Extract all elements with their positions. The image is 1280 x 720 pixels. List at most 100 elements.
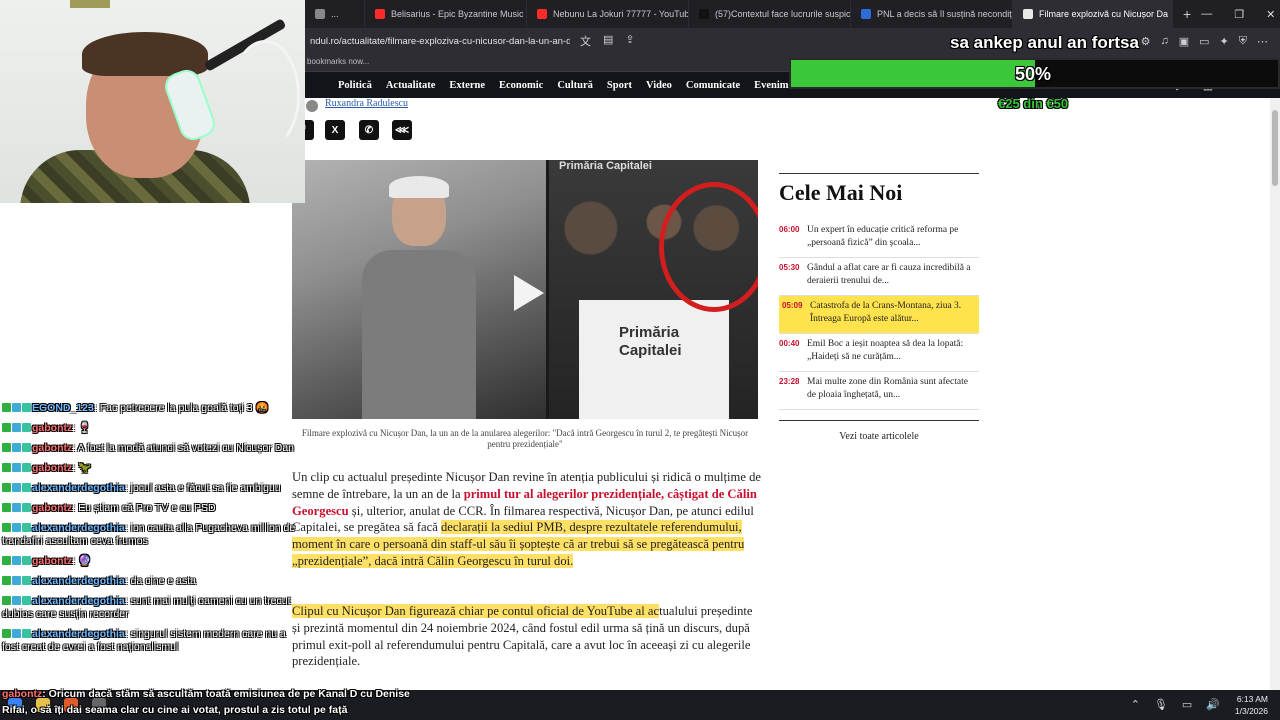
- p2-highlight: Clipul cu Nicușor Dan figurează chiar pe…: [292, 604, 660, 618]
- new-tab-button[interactable]: +: [1173, 6, 1201, 22]
- clock-time: 6:13 AM: [1236, 694, 1268, 704]
- tab-favicon-icon: [375, 9, 385, 19]
- whatsapp-share-icon[interactable]: ✆: [359, 120, 379, 140]
- share-page-icon[interactable]: ⇪: [625, 33, 634, 49]
- chat-badge-icon: [22, 556, 31, 565]
- browser-tab[interactable]: (57)Contextul face lucrurile suspicioa: [689, 0, 851, 28]
- chat-message: gabontz: 🦖: [2, 462, 302, 475]
- stream-chat: EGOND_123: Fac petrecere la pula goală t…: [2, 402, 302, 661]
- article-paragraph-1: Un clip cu actualul președinte Nicușor D…: [292, 469, 762, 570]
- browser-tab[interactable]: PNL a decis să îl susțină necondiționa: [851, 0, 1013, 28]
- chat-badge-icon: [2, 483, 11, 492]
- tab-label: Filmare explozivă cu Nicușor Da: [1039, 9, 1169, 19]
- chat-ticker: gabontz: Oricum dacă stăm să ascultăm to…: [0, 686, 430, 718]
- chat-username: alexanderdegothia: [32, 628, 125, 640]
- chat-message: alexanderdegothia: sunt mai mulți oameni…: [2, 595, 302, 621]
- chat-badge-icon: [22, 576, 31, 585]
- chat-badge-icon: [2, 576, 11, 585]
- ticker-user: gabontz: [2, 688, 43, 700]
- chat-text: : 🔮: [72, 555, 92, 567]
- translate-icon[interactable]: 文: [580, 33, 591, 49]
- sidebar-title: Cele Mai Noi: [779, 180, 903, 205]
- wallet-icon[interactable]: ▭: [1199, 35, 1209, 48]
- webcam-overlay: [0, 0, 305, 203]
- chat-badge-icon: [2, 596, 11, 605]
- page-scrollbar[interactable]: [1270, 98, 1280, 690]
- nav-item[interactable]: Economic: [499, 80, 543, 91]
- nav-item[interactable]: Cultură: [557, 80, 593, 91]
- nav-item[interactable]: Politică: [338, 80, 372, 91]
- volume-icon[interactable]: 🔊: [1206, 698, 1220, 711]
- minimize-icon[interactable]: —: [1201, 8, 1212, 21]
- x-share-icon[interactable]: X: [325, 120, 345, 140]
- reader-icon[interactable]: ▤: [603, 33, 613, 49]
- clock[interactable]: 6:13 AM 1/3/2026: [1235, 693, 1268, 717]
- tab-label: Nebunu La Jokuri 77777 - YouTube: [553, 9, 689, 19]
- browser-tab[interactable]: Belisarius - Epic Byzantine Music - Yo: [365, 0, 527, 28]
- window-controls: — ❐ ✕: [1201, 8, 1280, 21]
- chat-text: : 🦖: [72, 462, 92, 474]
- browser-tab[interactable]: Nebunu La Jokuri 77777 - YouTube: [527, 0, 689, 28]
- play-icon[interactable]: [514, 275, 544, 311]
- bookmarks-link[interactable]: bookmarks now...: [307, 57, 369, 66]
- latest-news-item[interactable]: 05:30 Gândul a aflat care ar fi cauza inc…: [779, 258, 979, 296]
- chat-badge-icon: [12, 576, 21, 585]
- media-icon[interactable]: ♫: [1160, 35, 1168, 48]
- sidebar-icon[interactable]: ▣: [1179, 35, 1189, 48]
- latest-news-item[interactable]: 06:00 Un expert în educație critică refor…: [779, 220, 979, 258]
- chevron-up-icon[interactable]: ⌃: [1131, 698, 1140, 711]
- restore-icon[interactable]: ❐: [1234, 8, 1244, 21]
- chat-badge-icon: [2, 523, 11, 532]
- shield-icon[interactable]: ⛨: [1239, 35, 1247, 48]
- tab-favicon-icon: [315, 9, 325, 19]
- chat-badge-icon: [12, 556, 21, 565]
- address-actions: 文 ▤ ⇪: [580, 33, 635, 49]
- red-circle-highlight: [659, 182, 758, 312]
- chat-badge-icon: [12, 463, 21, 472]
- latest-news-item[interactable]: 00:40 Emil Boc a ieșit noaptea să dea la …: [779, 334, 979, 372]
- network-icon[interactable]: ▭: [1182, 698, 1192, 711]
- chat-badge-icon: [12, 423, 21, 432]
- chat-username: alexanderdegothia: [32, 575, 125, 587]
- news-headline: Emil Boc a ieșit noaptea să dea la lopat…: [807, 339, 964, 362]
- latest-news-item[interactable]: 05:09 Catastrofa de la Crans-Montana, ziu…: [779, 296, 979, 334]
- chat-message: gabontz: 🍷: [2, 422, 302, 435]
- chat-text: : Eu știam că Pro TV e cu PSD: [72, 502, 216, 514]
- latest-news-item[interactable]: 23:28 Mai multe zone din România sunt afe…: [779, 372, 979, 410]
- system-tray: ⌃ 🎙 ▭ 🔊: [1131, 698, 1220, 711]
- donation-goal-bar: 50%: [789, 58, 1280, 89]
- see-all-articles-link[interactable]: Vezi toate articolele: [779, 420, 979, 442]
- close-icon[interactable]: ✕: [1266, 8, 1275, 21]
- nav-item[interactable]: Video: [646, 80, 672, 91]
- donation-goal-title: sa ankep anul an fortsa: [950, 33, 1139, 52]
- author-link[interactable]: Ruxandra Radulescu: [325, 98, 408, 109]
- chat-message: gabontz: 🔮: [2, 555, 302, 568]
- hero-photo-right: Primăria Capitalei Primăria Capitalei: [549, 160, 758, 419]
- chat-username: gabontz: [32, 442, 73, 454]
- chat-text: : 🍷: [72, 422, 92, 434]
- mic-tray-icon[interactable]: 🎙: [1154, 698, 1168, 711]
- chat-message: EGOND_123: Fac petrecere la pula goală t…: [2, 402, 302, 415]
- share-icon[interactable]: ⋘: [392, 120, 412, 140]
- article-video[interactable]: Primăria Capitalei Primăria Capitalei: [292, 160, 758, 419]
- news-headline: Gândul a aflat care ar fi cauza incredib…: [807, 263, 971, 286]
- nav-item[interactable]: Externe: [449, 80, 485, 91]
- scroll-thumb[interactable]: [1272, 110, 1278, 186]
- news-time: 06:00: [779, 225, 800, 234]
- chat-badge-icon: [22, 523, 31, 532]
- copilot-icon[interactable]: ✦: [1220, 35, 1229, 48]
- browser-tab[interactable]: ...: [305, 0, 365, 28]
- tab-label: (57)Contextul face lucrurile suspicioa: [715, 9, 851, 19]
- news-time: 05:30: [779, 263, 800, 272]
- menu-icon[interactable]: ⋯: [1257, 35, 1268, 48]
- extension-icons: ⚙ ♫ ▣ ▭ ✦ ⛨ ⋯: [1141, 35, 1280, 48]
- nav-item[interactable]: Comunicate: [686, 80, 740, 91]
- chat-text: : A fost la modă atunci să votezi cu Nic…: [72, 442, 295, 454]
- nav-item[interactable]: Actualitate: [386, 80, 436, 91]
- browser-tab[interactable]: Filmare explozivă cu Nicușor Da✕: [1013, 0, 1173, 28]
- chat-badge-icon: [2, 556, 11, 565]
- extension-icon[interactable]: ⚙: [1141, 35, 1151, 48]
- chat-badge-icon: [22, 463, 31, 472]
- clock-date: 1/3/2026: [1234, 706, 1268, 716]
- nav-item[interactable]: Sport: [607, 80, 632, 91]
